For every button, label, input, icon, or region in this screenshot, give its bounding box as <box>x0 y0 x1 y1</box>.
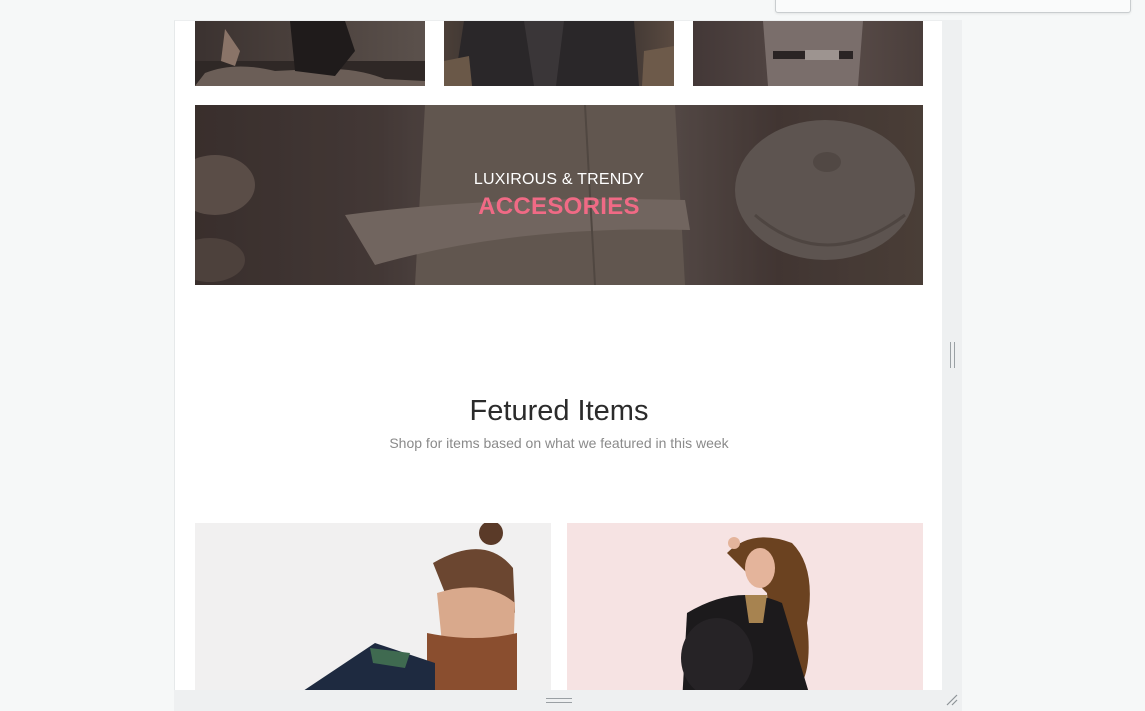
banner-subtitle: LUXIROUS & TRENDY <box>473 171 645 188</box>
accessories-banner[interactable]: LUXIROUS & TRENDY ACCESORIES <box>195 105 923 285</box>
category-tile-3[interactable] <box>693 21 923 86</box>
dropdown-popup-edge <box>775 0 1131 13</box>
woman-model-photo <box>681 537 810 691</box>
featured-card-1[interactable] <box>195 523 551 691</box>
model-belt-photo <box>763 21 863 86</box>
resize-grip-icon[interactable] <box>945 693 959 707</box>
preview-frame: LUXIROUS & TRENDY ACCESORIES Fetured Ite… <box>174 20 943 691</box>
featured-subtitle: Shop for items based on what we featured… <box>389 435 729 451</box>
category-tile-1[interactable] <box>195 21 425 86</box>
horizontal-resize-handle[interactable] <box>546 698 572 703</box>
featured-card-2[interactable] <box>567 523 923 691</box>
bearded-man-photo <box>303 523 517 691</box>
vertical-resize-handle[interactable] <box>950 342 955 368</box>
featured-title: Fetured Items <box>469 395 649 427</box>
model-suit-photo <box>444 21 674 86</box>
banner-title[interactable]: ACCESORIES <box>195 193 923 221</box>
category-tile-2[interactable] <box>444 21 674 86</box>
model-seated-photo <box>195 21 425 86</box>
